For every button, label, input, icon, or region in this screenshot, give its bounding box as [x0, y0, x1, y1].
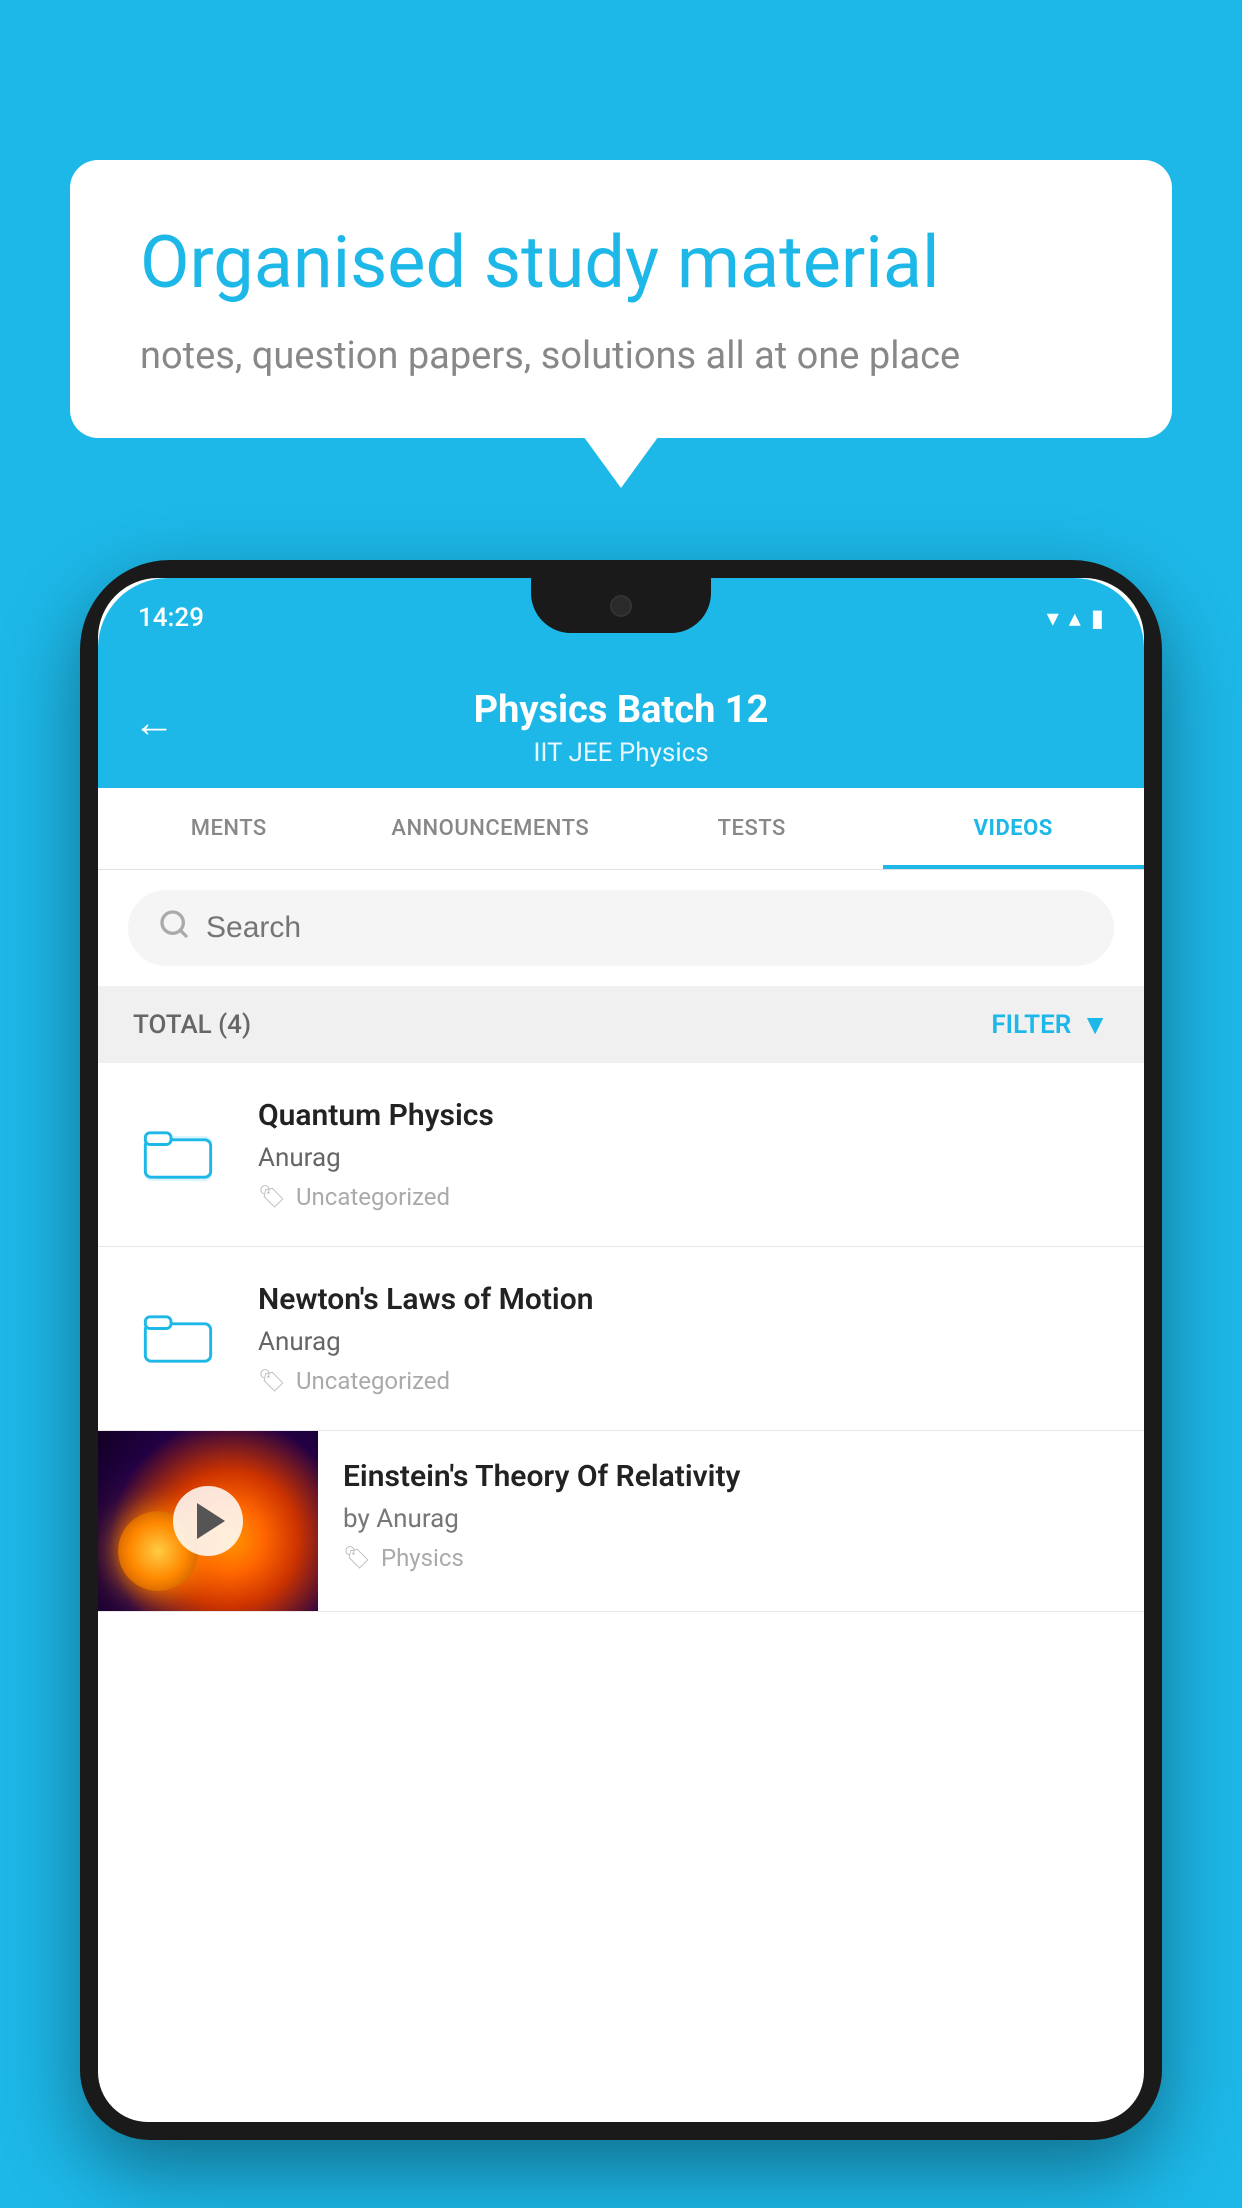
tag-icon: 🏷: [258, 1369, 286, 1394]
tag-label: Uncategorized: [296, 1183, 450, 1211]
tab-tests[interactable]: TESTS: [621, 788, 883, 869]
status-bar: 14:29 ▾ ▴ ▮: [98, 578, 1144, 658]
item-author: Anurag: [258, 1143, 1114, 1173]
tag-icon: 🏷: [258, 1185, 286, 1210]
phone-container: 14:29 ▾ ▴ ▮ ← Physics Batch 12 IIT JEE P…: [80, 560, 1162, 2208]
speech-bubble: Organised study material notes, question…: [70, 160, 1172, 438]
play-button[interactable]: [173, 1486, 243, 1556]
back-button[interactable]: ←: [133, 699, 175, 748]
list-item[interactable]: Newton's Laws of Motion Anurag 🏷 Uncateg…: [98, 1247, 1144, 1431]
item-icon: [128, 1125, 228, 1185]
item-info: Quantum Physics Anurag 🏷 Uncategorized: [258, 1098, 1114, 1211]
filter-label: FILTER: [991, 1010, 1071, 1040]
tab-ments[interactable]: MENTS: [98, 788, 360, 869]
folder-icon: [143, 1125, 213, 1185]
item-title: Einstein's Theory Of Relativity: [343, 1459, 1119, 1494]
status-icons: ▾ ▴ ▮: [1047, 604, 1104, 632]
item-tag: 🏷 Uncategorized: [258, 1183, 1114, 1211]
tab-announcements[interactable]: ANNOUNCEMENTS: [360, 788, 622, 869]
item-author: by Anurag: [343, 1504, 1119, 1534]
phone-outer: 14:29 ▾ ▴ ▮ ← Physics Batch 12 IIT JEE P…: [80, 560, 1162, 2140]
bubble-subtitle: notes, question papers, solutions all at…: [140, 334, 1102, 378]
search-input[interactable]: [206, 911, 1084, 945]
camera-dot: [610, 595, 632, 617]
header-title: Physics Batch 12: [138, 688, 1104, 732]
video-thumbnail: [98, 1431, 318, 1611]
tag-icon: 🏷: [343, 1546, 371, 1571]
header-subtitle: IIT JEE Physics: [138, 738, 1104, 768]
filter-icon: ▼: [1081, 1008, 1109, 1041]
item-tag: 🏷 Uncategorized: [258, 1367, 1114, 1395]
play-icon: [197, 1503, 225, 1539]
phone-screen: 14:29 ▾ ▴ ▮ ← Physics Batch 12 IIT JEE P…: [98, 578, 1144, 2122]
speech-bubble-container: Organised study material notes, question…: [70, 160, 1172, 438]
app-header: ← Physics Batch 12 IIT JEE Physics: [98, 658, 1144, 788]
folder-icon: [143, 1309, 213, 1369]
tabs-bar: MENTS ANNOUNCEMENTS TESTS VIDEOS: [98, 788, 1144, 870]
wifi-icon: ▾: [1047, 604, 1059, 632]
list-item-thumb[interactable]: Einstein's Theory Of Relativity by Anura…: [98, 1431, 1144, 1612]
total-count: TOTAL (4): [133, 1010, 251, 1040]
tag-label: Physics: [381, 1544, 464, 1572]
search-icon: [158, 908, 190, 948]
search-container: [98, 870, 1144, 986]
list-item[interactable]: Quantum Physics Anurag 🏷 Uncategorized: [98, 1063, 1144, 1247]
item-title: Quantum Physics: [258, 1098, 1114, 1133]
battery-icon: ▮: [1091, 604, 1104, 632]
video-list: Quantum Physics Anurag 🏷 Uncategorized: [98, 1063, 1144, 1612]
tag-label: Uncategorized: [296, 1367, 450, 1395]
item-tag: 🏷 Physics: [343, 1544, 1119, 1572]
signal-icon: ▴: [1069, 604, 1081, 632]
item-icon: [128, 1309, 228, 1369]
bubble-title: Organised study material: [140, 220, 1102, 306]
item-info: Einstein's Theory Of Relativity by Anura…: [318, 1431, 1144, 1600]
item-author: Anurag: [258, 1327, 1114, 1357]
filter-button[interactable]: FILTER ▼: [991, 1008, 1109, 1041]
item-title: Newton's Laws of Motion: [258, 1282, 1114, 1317]
filter-bar: TOTAL (4) FILTER ▼: [98, 986, 1144, 1063]
tab-videos[interactable]: VIDEOS: [883, 788, 1145, 869]
item-info: Newton's Laws of Motion Anurag 🏷 Uncateg…: [258, 1282, 1114, 1395]
screen-inner: 14:29 ▾ ▴ ▮ ← Physics Batch 12 IIT JEE P…: [98, 578, 1144, 2122]
status-time: 14:29: [138, 603, 204, 633]
notch: [531, 578, 711, 633]
search-input-wrap[interactable]: [128, 890, 1114, 966]
